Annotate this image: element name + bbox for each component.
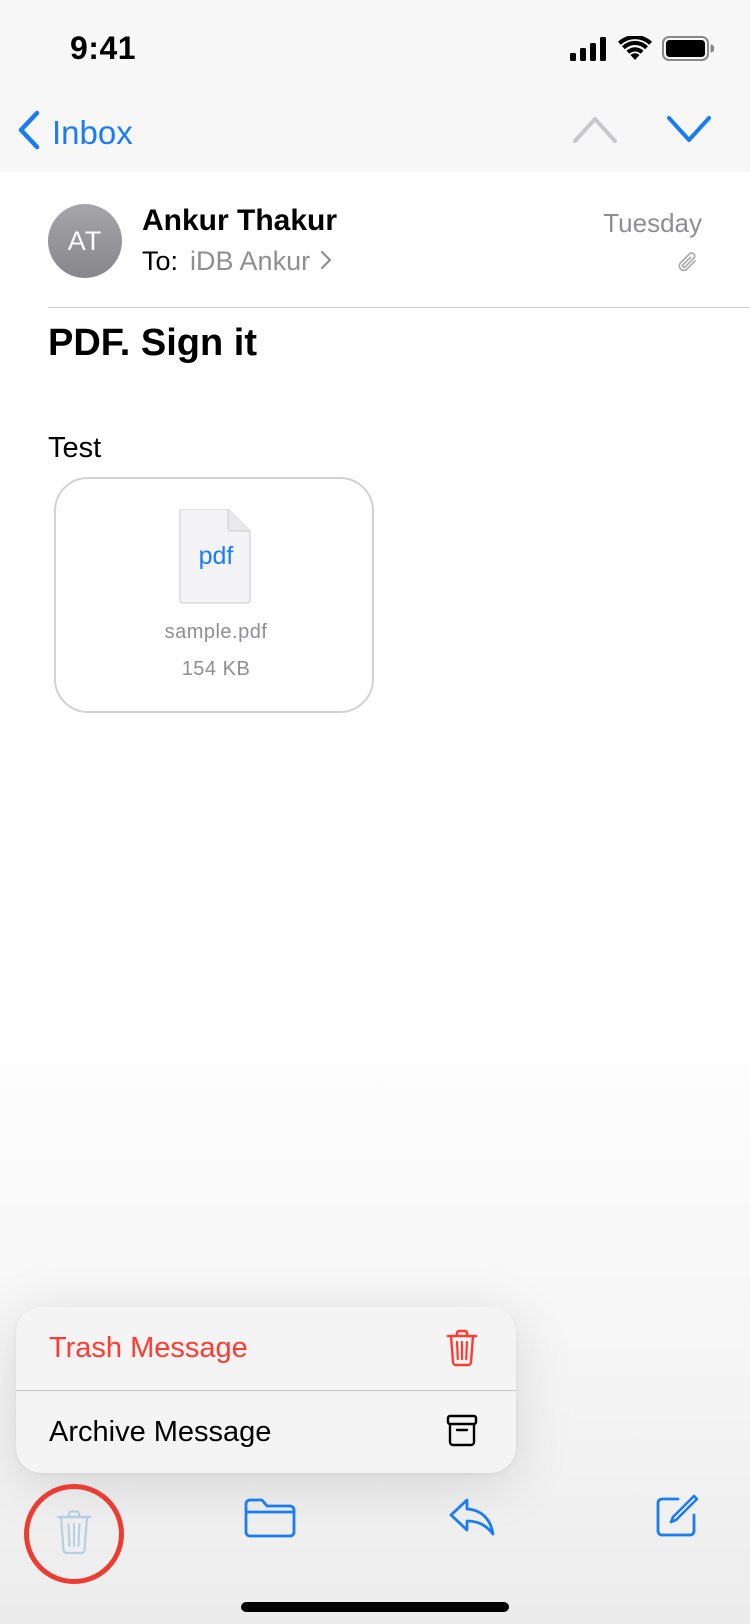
status-bar: 9:41 — [0, 0, 750, 100]
delete-options-menu: Trash Message Archive Message — [16, 1307, 516, 1473]
trash-button[interactable] — [24, 1484, 124, 1584]
mail-message-screen: 9:41 Inbox AT Ankur Thakur To: iDB Ankur… — [0, 0, 750, 1624]
folder-icon — [244, 1498, 296, 1542]
move-to-folder-button[interactable] — [244, 1498, 296, 1543]
bottom-toolbar — [0, 1473, 750, 1624]
message-view: AT Ankur Thakur To: iDB Ankur Tuesday PD… — [0, 172, 750, 713]
sender-name[interactable]: Ankur Thakur — [142, 204, 337, 238]
pdf-attachment-card[interactable]: pdf sample.pdf 154 KB — [54, 477, 374, 713]
paperclip-icon — [676, 250, 700, 281]
message-subject: PDF. Sign it — [48, 322, 257, 364]
archive-message-label: Archive Message — [49, 1415, 272, 1448]
battery-icon — [662, 36, 715, 66]
trash-message-option[interactable]: Trash Message — [16, 1307, 516, 1390]
back-label: Inbox — [52, 113, 133, 151]
status-time: 9:41 — [70, 30, 137, 66]
home-indicator — [241, 1602, 509, 1612]
trash-icon — [446, 1329, 478, 1372]
avatar[interactable]: AT — [48, 204, 122, 278]
attachment-file-name: sample.pdf — [164, 621, 268, 643]
navigation-bar: Inbox — [0, 100, 750, 172]
message-body: Test — [48, 432, 102, 464]
file-type-label: pdf — [198, 542, 234, 570]
recipient-line[interactable]: To: iDB Ankur — [142, 246, 332, 277]
compose-button[interactable] — [654, 1493, 700, 1544]
chevron-up-icon[interactable] — [572, 114, 618, 149]
wifi-icon — [618, 34, 652, 66]
chevron-left-icon — [16, 110, 42, 155]
chevron-right-icon — [320, 246, 332, 277]
to-label: To: — [142, 246, 179, 276]
compose-icon — [654, 1494, 700, 1543]
archive-message-option[interactable]: Archive Message — [16, 1390, 516, 1473]
status-icons — [570, 34, 715, 66]
trash-icon — [56, 1509, 92, 1560]
attachment-file-size: 154 KB — [181, 658, 251, 680]
chevron-down-icon[interactable] — [666, 114, 712, 149]
reply-button[interactable] — [448, 1497, 496, 1542]
message-date: Tuesday — [603, 208, 702, 238]
cellular-signal-icon — [570, 36, 608, 66]
recipient-name: iDB Ankur — [190, 246, 311, 276]
archive-box-icon — [446, 1413, 478, 1452]
trash-message-label: Trash Message — [49, 1332, 248, 1364]
reply-icon — [448, 1498, 496, 1541]
back-to-inbox-button[interactable]: Inbox — [16, 110, 133, 155]
message-header: AT Ankur Thakur To: iDB Ankur Tuesday — [48, 172, 750, 308]
